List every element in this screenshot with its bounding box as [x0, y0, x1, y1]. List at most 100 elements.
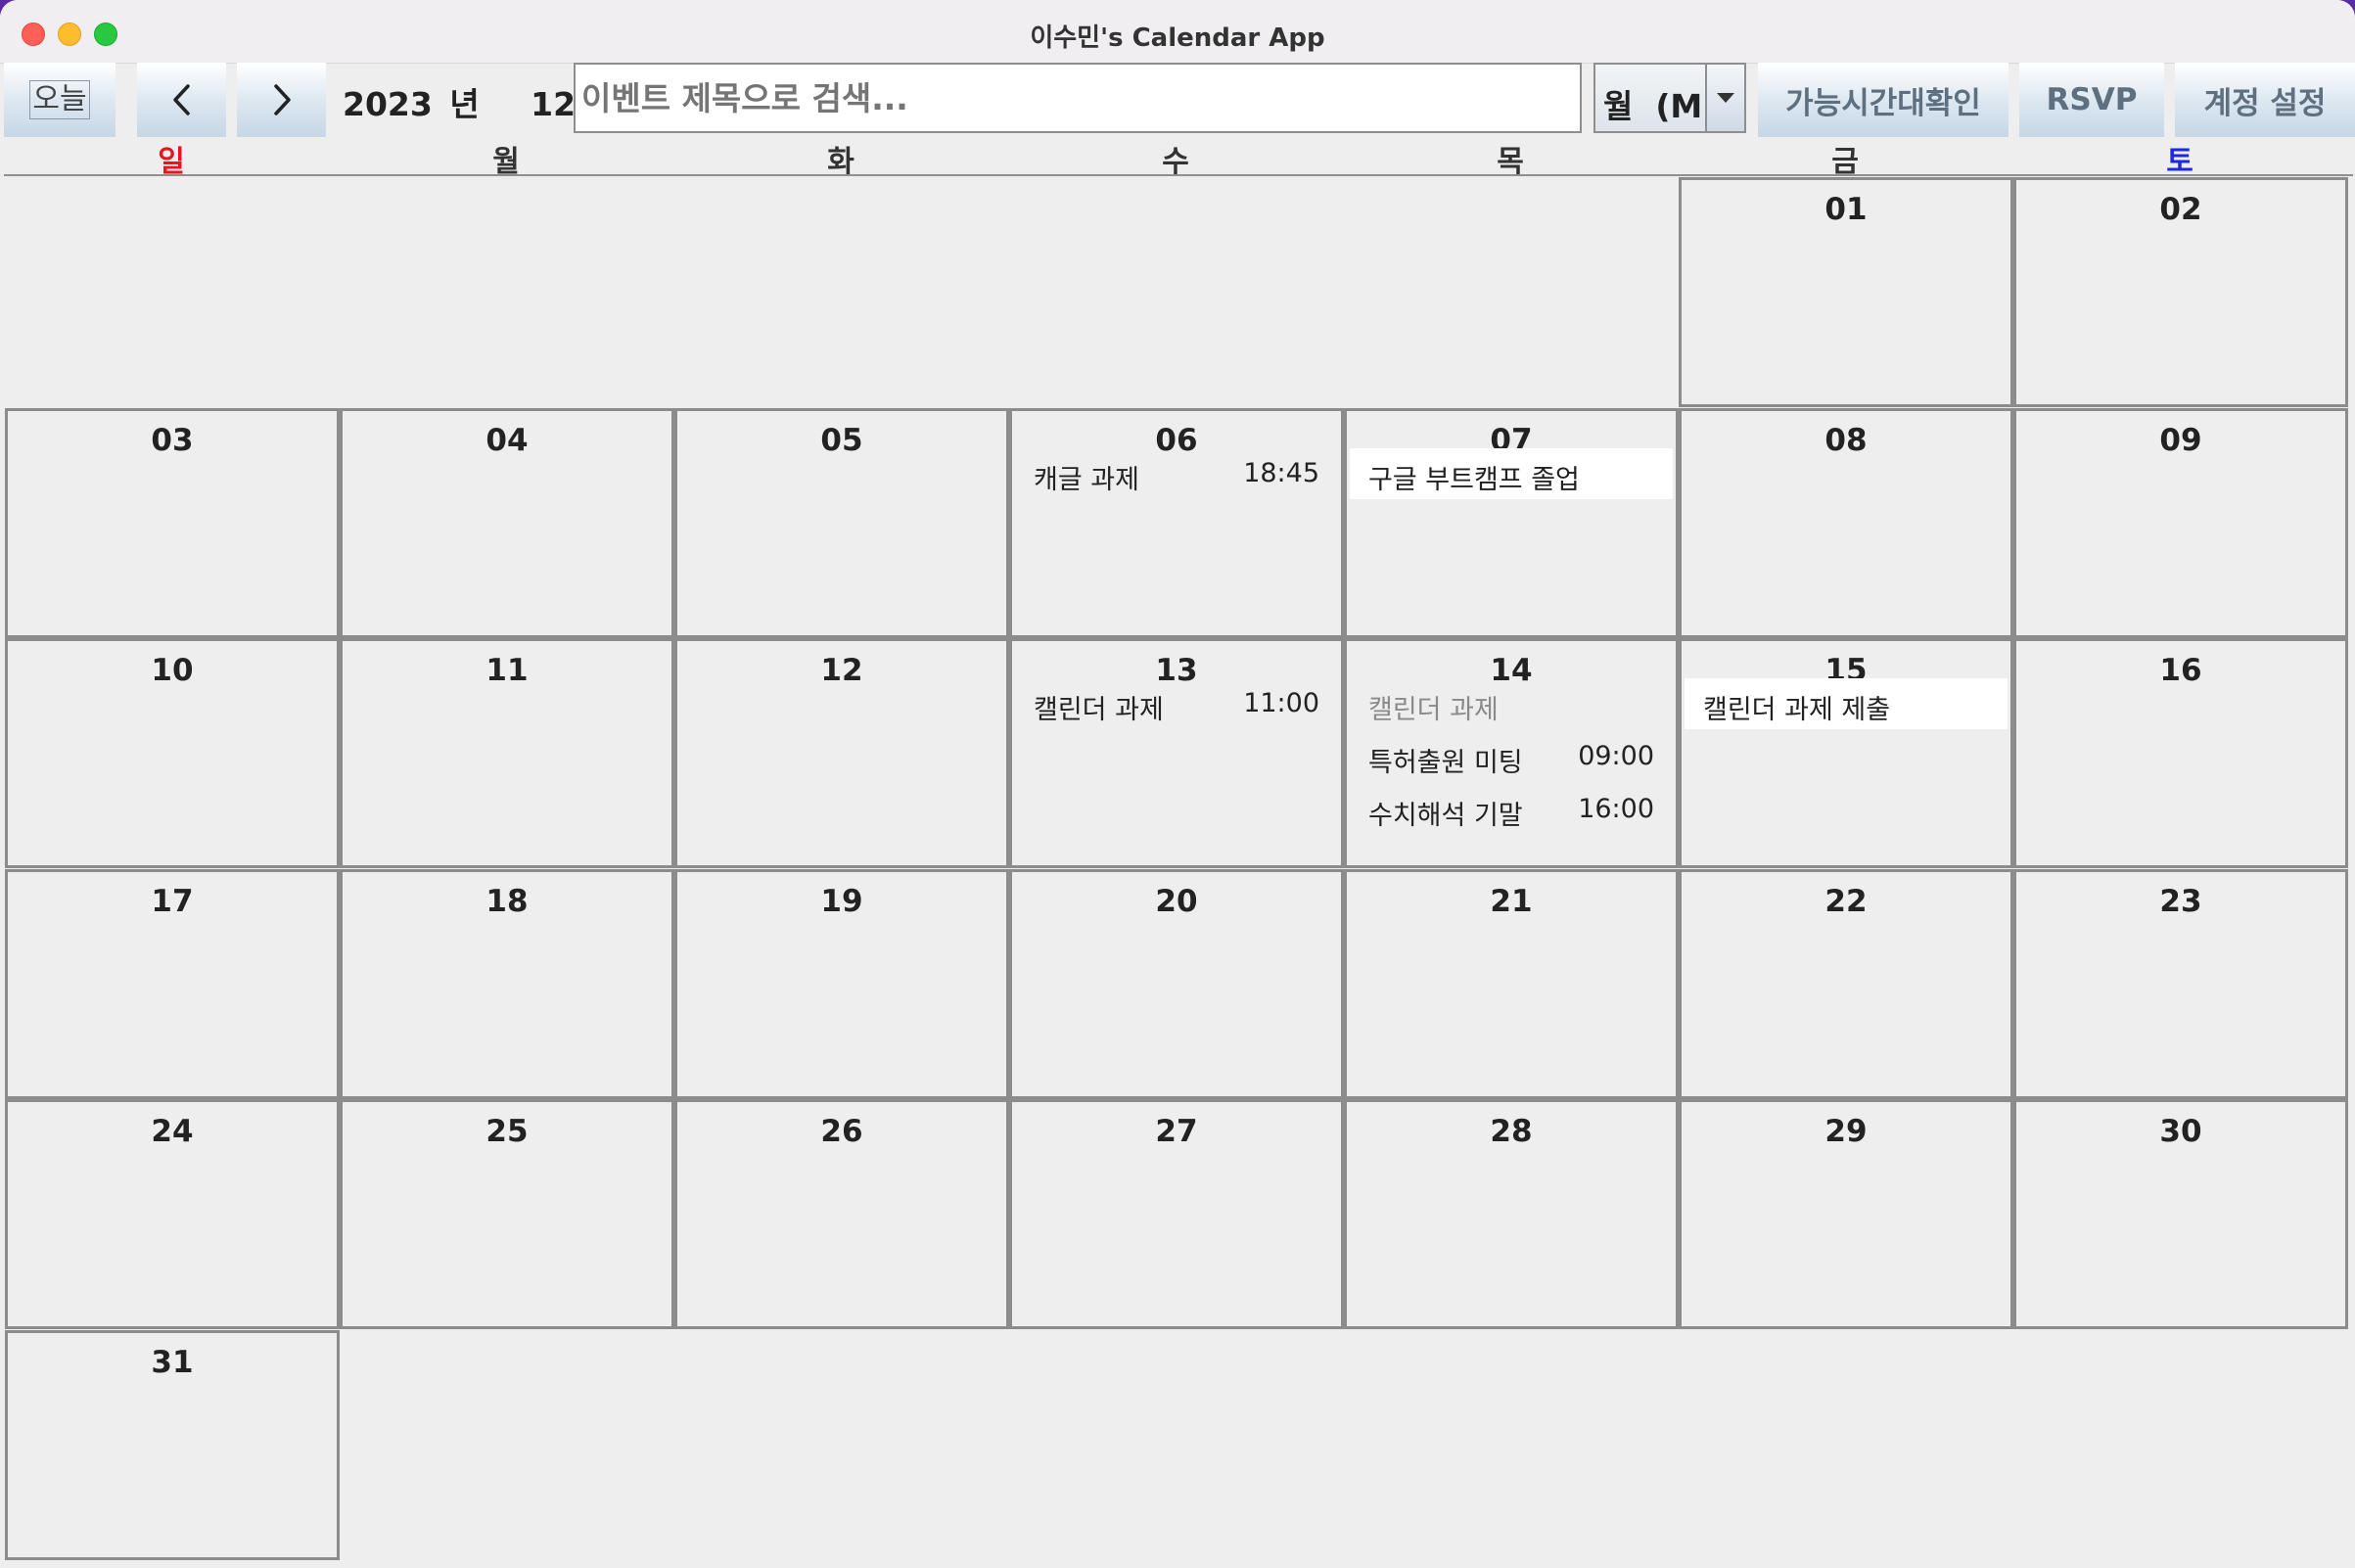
- day-number: 09: [2159, 422, 2202, 458]
- weekday-tuesday: 화: [827, 145, 854, 179]
- day-number: 01: [1824, 192, 1868, 227]
- chevron-left-icon: [172, 84, 190, 115]
- event-time: 16:00: [1578, 794, 1654, 824]
- previous-month-button[interactable]: [137, 63, 226, 137]
- day-cell[interactable]: 09: [2013, 407, 2348, 638]
- event-title: 캐글 과제: [1034, 464, 1139, 495]
- day-number: 11: [485, 653, 529, 688]
- event-time: 09:00: [1578, 741, 1654, 771]
- day-number: 30: [2159, 1114, 2202, 1149]
- day-cell[interactable]: 17: [5, 868, 340, 1099]
- dropdown-arrow-icon[interactable]: [1705, 65, 1744, 131]
- calendar-event[interactable]: 특허출원 미팅 09:00: [1350, 731, 1673, 782]
- event-title: 수치해석 기말: [1368, 801, 1523, 831]
- day-number: 31: [151, 1344, 194, 1380]
- view-mode-select[interactable]: 월 (M): [1593, 63, 1746, 133]
- day-number: 29: [1824, 1114, 1868, 1149]
- day-number: 03: [151, 422, 194, 458]
- day-cell[interactable]: 25: [340, 1099, 674, 1329]
- account-settings-button[interactable]: 계정 설정: [2175, 63, 2355, 137]
- day-cell[interactable]: 13 캘린더 과제 11:00: [1009, 638, 1344, 868]
- day-cell[interactable]: 07 구글 부트캠프 졸업: [1344, 407, 1679, 638]
- rsvp-button[interactable]: RSVP: [2019, 63, 2164, 137]
- day-cell[interactable]: 16: [2013, 638, 2348, 868]
- weekday-wednesday: 수: [1162, 145, 1189, 179]
- day-cell[interactable]: 22: [1679, 868, 2013, 1099]
- day-cell[interactable]: 20: [1009, 868, 1344, 1099]
- day-cell[interactable]: 08: [1679, 407, 2013, 638]
- day-cell[interactable]: 12: [674, 638, 1009, 868]
- day-cell[interactable]: 21: [1344, 868, 1679, 1099]
- check-availability-button[interactable]: 가능시간대확인: [1758, 63, 2009, 137]
- window-title: 이수민's Calendar App: [1030, 23, 1325, 53]
- day-cell[interactable]: 24: [5, 1099, 340, 1329]
- event-time: 18:45: [1243, 457, 1319, 488]
- day-number: 22: [1824, 883, 1868, 919]
- day-cell[interactable]: 05: [674, 407, 1009, 638]
- day-number: 21: [1490, 883, 1533, 919]
- event-title: 특허출원 미팅: [1368, 748, 1523, 778]
- day-cell[interactable]: 26: [674, 1099, 1009, 1329]
- day-cell[interactable]: 04: [340, 407, 674, 638]
- event-time: 11:00: [1243, 688, 1319, 718]
- day-number: 26: [820, 1114, 863, 1149]
- calendar-window: 이수민's Calendar App 오늘 2023 년 12 월 월 (M) …: [0, 0, 2355, 1568]
- day-number: 18: [485, 883, 529, 919]
- today-button-label: 오늘: [29, 80, 90, 119]
- day-number: 12: [820, 653, 863, 688]
- weekday-sunday: 일: [158, 145, 185, 179]
- day-number: 10: [151, 653, 194, 688]
- chevron-right-icon: [273, 84, 291, 115]
- day-cell[interactable]: 27: [1009, 1099, 1344, 1329]
- calendar-event[interactable]: 수치해석 기말 16:00: [1350, 784, 1673, 835]
- day-cell[interactable]: 14 캘린더 과제 특허출원 미팅 09:00 수치해석 기말 16:00: [1344, 638, 1679, 868]
- event-title: 캘린더 과제: [1034, 695, 1164, 725]
- day-number: 17: [151, 883, 194, 919]
- day-number: 04: [485, 422, 529, 458]
- day-number: 25: [485, 1114, 529, 1149]
- day-cell[interactable]: 11: [340, 638, 674, 868]
- day-cell[interactable]: 10: [5, 638, 340, 868]
- day-number: 23: [2159, 883, 2202, 919]
- weekday-thursday: 목: [1497, 145, 1524, 179]
- day-number: 27: [1155, 1114, 1198, 1149]
- calendar-event[interactable]: 캘린더 과제: [1350, 678, 1673, 729]
- day-cell[interactable]: 03: [5, 407, 340, 638]
- weekday-header: 일 월 화 수 목 금 토: [4, 137, 2353, 179]
- day-cell[interactable]: 31: [5, 1329, 340, 1560]
- weekday-saturday: 토: [2166, 145, 2193, 179]
- calendar-event[interactable]: 구글 부트캠프 졸업: [1350, 447, 1673, 499]
- view-mode-value: 월 (M): [1603, 87, 1718, 125]
- day-cell[interactable]: 23: [2013, 868, 2348, 1099]
- toolbar: 오늘 2023 년 12 월 월 (M) 가능시간대확인 RSVP 계정 설정: [0, 63, 2355, 137]
- today-button[interactable]: 오늘: [4, 63, 115, 137]
- day-number: 19: [820, 883, 863, 919]
- day-number: 20: [1155, 883, 1198, 919]
- weekday-monday: 월: [492, 145, 520, 179]
- event-search-input[interactable]: [574, 63, 1582, 133]
- day-cell[interactable]: 02: [2013, 177, 2348, 407]
- calendar-event[interactable]: 캘린더 과제 제출: [1685, 678, 2008, 729]
- day-number: 24: [151, 1114, 194, 1149]
- day-cell[interactable]: 28: [1344, 1099, 1679, 1329]
- day-cell[interactable]: 01: [1679, 177, 2013, 407]
- day-number: 08: [1824, 422, 1868, 458]
- day-cell[interactable]: 30: [2013, 1099, 2348, 1329]
- event-title: 구글 부트캠프 졸업: [1368, 464, 1580, 495]
- title-bar: 이수민's Calendar App: [0, 0, 2355, 64]
- day-cell[interactable]: 29: [1679, 1099, 2013, 1329]
- day-number: 05: [820, 422, 863, 458]
- day-cell[interactable]: 06 캐글 과제 18:45: [1009, 407, 1344, 638]
- day-cell[interactable]: 15 캘린더 과제 제출: [1679, 638, 2013, 868]
- event-title: 캘린더 과제 제출: [1703, 695, 1891, 725]
- day-number: 16: [2159, 653, 2202, 688]
- weekday-friday: 금: [1831, 145, 1859, 179]
- day-cell[interactable]: 19: [674, 868, 1009, 1099]
- day-cell[interactable]: 18: [340, 868, 674, 1099]
- calendar-event[interactable]: 캘린더 과제 11:00: [1015, 678, 1338, 729]
- event-title: 캘린더 과제: [1368, 695, 1499, 725]
- day-number: 28: [1490, 1114, 1533, 1149]
- calendar-event[interactable]: 캐글 과제 18:45: [1015, 448, 1338, 499]
- day-number: 02: [2159, 192, 2202, 227]
- next-month-button[interactable]: [237, 63, 326, 137]
